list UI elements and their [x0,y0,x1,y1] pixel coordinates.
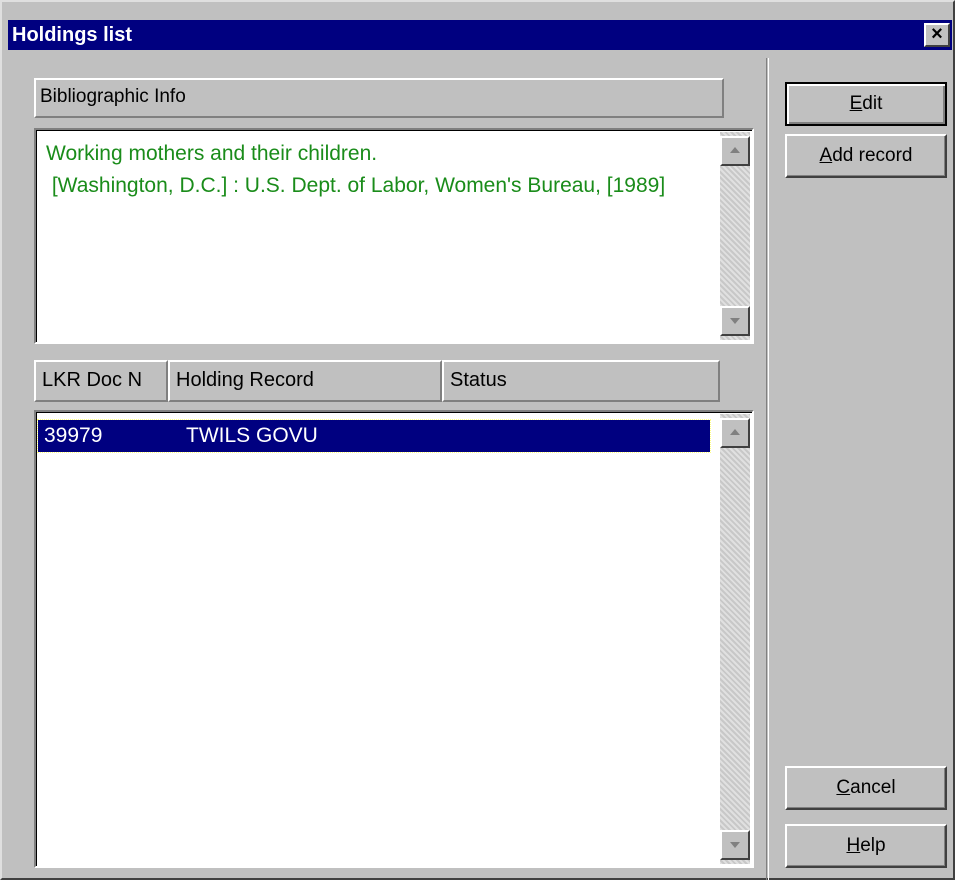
column-header-status[interactable]: Status [442,360,720,402]
scroll-down-arrow-icon[interactable] [720,306,750,336]
list-item[interactable]: 39979 TWILS GOVU [37,419,711,453]
scroll-down-arrow-icon[interactable] [720,830,750,860]
column-header-holding-record[interactable]: Holding Record [168,360,442,402]
column-header-lkr-doc[interactable]: LKR Doc N [34,360,168,402]
window-title: Holdings list [12,24,132,46]
bibliographic-info-text: Working mothers and their children. [Was… [46,142,666,197]
panel-divider [766,58,769,880]
bibliographic-scrollbar[interactable] [720,132,750,340]
help-button[interactable]: Help [785,824,947,868]
cancel-button[interactable]: Cancel [785,766,947,810]
scroll-up-arrow-icon[interactable] [720,418,750,448]
bibliographic-info-label: Bibliographic Info [34,78,724,118]
cell-holding-record: TWILS GOVU [186,424,318,447]
edit-button[interactable]: Edit [785,82,947,126]
close-icon[interactable]: × [924,23,950,47]
cell-lkr-doc: 39979 [44,424,103,447]
holdings-scrollbar[interactable] [720,414,750,864]
holdings-listbox[interactable]: 39979 TWILS GOVU [34,410,754,868]
holdings-list-dialog: Holdings list × Bibliographic Info Worki… [0,0,955,880]
scroll-up-arrow-icon[interactable] [720,136,750,166]
bibliographic-info-textbox[interactable]: Working mothers and their children. [Was… [34,128,754,344]
add-record-button[interactable]: Add record [785,134,947,178]
title-bar: Holdings list × [8,20,952,50]
